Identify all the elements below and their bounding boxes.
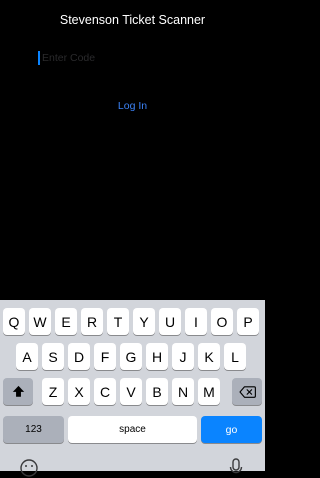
login-button[interactable]: Log In — [0, 100, 265, 112]
key-c[interactable]: C — [94, 378, 116, 405]
key-t[interactable]: T — [107, 308, 129, 335]
key-s[interactable]: S — [42, 343, 64, 370]
microphone-icon[interactable] — [229, 458, 243, 478]
shift-key[interactable] — [3, 378, 33, 405]
key-x[interactable]: X — [68, 378, 90, 405]
backspace-icon — [238, 385, 256, 398]
code-input[interactable] — [42, 50, 222, 65]
key-n[interactable]: N — [172, 378, 194, 405]
numbers-key[interactable]: 123 — [3, 416, 64, 443]
code-field[interactable] — [38, 50, 228, 65]
key-r[interactable]: R — [81, 308, 103, 335]
text-caret — [38, 51, 40, 65]
shift-arrow-icon — [12, 385, 24, 397]
key-i[interactable]: I — [185, 308, 207, 335]
key-d[interactable]: D — [68, 343, 90, 370]
space-key[interactable]: space — [68, 416, 197, 443]
key-m[interactable]: M — [198, 378, 220, 405]
key-h[interactable]: H — [146, 343, 168, 370]
key-k[interactable]: K — [198, 343, 220, 370]
key-u[interactable]: U — [159, 308, 181, 335]
key-q[interactable]: Q — [3, 308, 25, 335]
key-y[interactable]: Y — [133, 308, 155, 335]
go-key[interactable]: go — [201, 416, 262, 443]
keyboard: Q W E R T Y U I O P A S D F G H J K L Z … — [0, 300, 265, 477]
key-z[interactable]: Z — [42, 378, 64, 405]
key-p[interactable]: P — [237, 308, 259, 335]
key-e[interactable]: E — [55, 308, 77, 335]
key-l[interactable]: L — [224, 343, 246, 370]
backspace-key[interactable] — [232, 378, 262, 405]
key-v[interactable]: V — [120, 378, 142, 405]
key-j[interactable]: J — [172, 343, 194, 370]
key-a[interactable]: A — [16, 343, 38, 370]
key-w[interactable]: W — [29, 308, 51, 335]
app-title: Stevenson Ticket Scanner — [59, 13, 206, 27]
key-g[interactable]: G — [120, 343, 142, 370]
key-f[interactable]: F — [94, 343, 116, 370]
key-o[interactable]: O — [211, 308, 233, 335]
key-b[interactable]: B — [146, 378, 168, 405]
emoji-icon[interactable] — [19, 458, 39, 478]
